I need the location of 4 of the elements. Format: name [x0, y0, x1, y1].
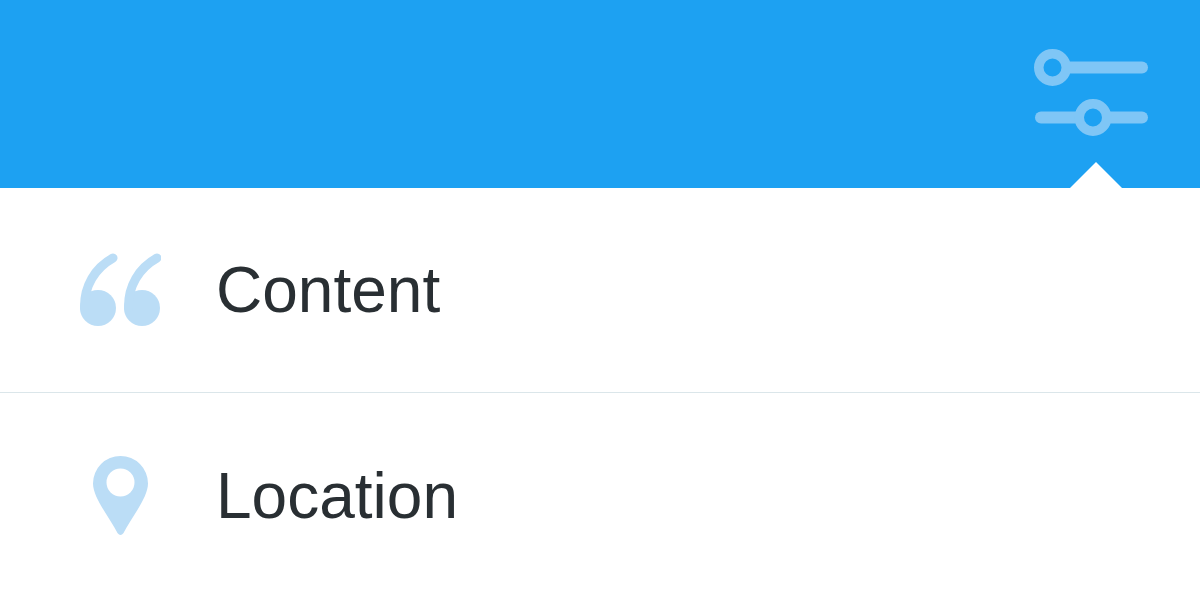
map-pin-icon: [92, 455, 148, 536]
filter-button[interactable]: [1034, 49, 1150, 137]
sliders-icon: [1034, 49, 1150, 137]
quote-icon: [79, 253, 161, 327]
